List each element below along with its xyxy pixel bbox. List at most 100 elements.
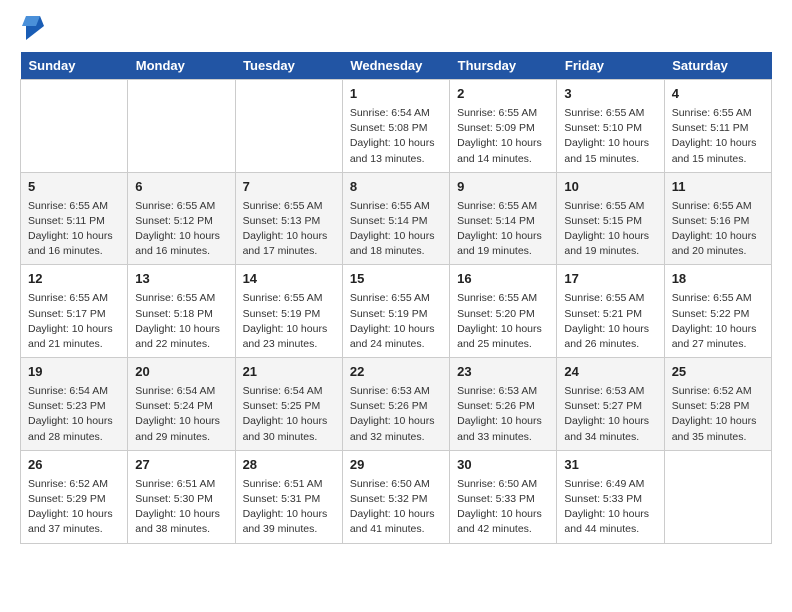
- day-number: 3: [564, 85, 656, 104]
- day-info: Sunrise: 6:55 AM Sunset: 5:16 PM Dayligh…: [672, 199, 764, 260]
- day-info: Sunrise: 6:55 AM Sunset: 5:13 PM Dayligh…: [243, 199, 335, 260]
- day-info: Sunrise: 6:50 AM Sunset: 5:32 PM Dayligh…: [350, 477, 442, 538]
- weekday-header-saturday: Saturday: [664, 52, 771, 80]
- day-info: Sunrise: 6:55 AM Sunset: 5:19 PM Dayligh…: [350, 291, 442, 352]
- calendar-cell: 7 Sunrise: 6:55 AM Sunset: 5:13 PM Daylig…: [235, 172, 342, 265]
- calendar-table: SundayMondayTuesdayWednesdayThursdayFrid…: [20, 52, 772, 544]
- day-number: 24: [564, 363, 656, 382]
- day-info: Sunrise: 6:54 AM Sunset: 5:08 PM Dayligh…: [350, 106, 442, 167]
- weekday-header-thursday: Thursday: [450, 52, 557, 80]
- day-number: 25: [672, 363, 764, 382]
- calendar-cell: 14 Sunrise: 6:55 AM Sunset: 5:19 PM Dayli…: [235, 265, 342, 358]
- calendar-week-row: 26 Sunrise: 6:52 AM Sunset: 5:29 PM Dayli…: [21, 450, 772, 543]
- calendar-cell: 22 Sunrise: 6:53 AM Sunset: 5:26 PM Dayli…: [342, 358, 449, 451]
- calendar-cell: [664, 450, 771, 543]
- logo-icon: [22, 12, 44, 40]
- day-number: 18: [672, 270, 764, 289]
- day-info: Sunrise: 6:55 AM Sunset: 5:11 PM Dayligh…: [672, 106, 764, 167]
- day-info: Sunrise: 6:55 AM Sunset: 5:11 PM Dayligh…: [28, 199, 120, 260]
- calendar-cell: 31Sunrise: 6:49 AM Sunset: 5:33 PM Dayli…: [557, 450, 664, 543]
- calendar-cell: 21 Sunrise: 6:54 AM Sunset: 5:25 PM Dayli…: [235, 358, 342, 451]
- day-number: 13: [135, 270, 227, 289]
- day-number: 22: [350, 363, 442, 382]
- calendar-cell: [21, 80, 128, 173]
- calendar-cell: 8 Sunrise: 6:55 AM Sunset: 5:14 PM Daylig…: [342, 172, 449, 265]
- calendar-cell: 10Sunrise: 6:55 AM Sunset: 5:15 PM Dayli…: [557, 172, 664, 265]
- day-info: Sunrise: 6:51 AM Sunset: 5:31 PM Dayligh…: [243, 477, 335, 538]
- calendar-cell: 17 Sunrise: 6:55 AM Sunset: 5:21 PM Dayli…: [557, 265, 664, 358]
- day-info: Sunrise: 6:55 AM Sunset: 5:12 PM Dayligh…: [135, 199, 227, 260]
- day-info: Sunrise: 6:54 AM Sunset: 5:24 PM Dayligh…: [135, 384, 227, 445]
- day-number: 30: [457, 456, 549, 475]
- calendar-cell: [128, 80, 235, 173]
- day-info: Sunrise: 6:55 AM Sunset: 5:14 PM Dayligh…: [350, 199, 442, 260]
- calendar-cell: 15Sunrise: 6:55 AM Sunset: 5:19 PM Dayli…: [342, 265, 449, 358]
- day-info: Sunrise: 6:54 AM Sunset: 5:25 PM Dayligh…: [243, 384, 335, 445]
- day-number: 14: [243, 270, 335, 289]
- day-number: 29: [350, 456, 442, 475]
- day-info: Sunrise: 6:55 AM Sunset: 5:17 PM Dayligh…: [28, 291, 120, 352]
- calendar-cell: 11 Sunrise: 6:55 AM Sunset: 5:16 PM Dayli…: [664, 172, 771, 265]
- day-info: Sunrise: 6:53 AM Sunset: 5:27 PM Dayligh…: [564, 384, 656, 445]
- calendar-week-row: 19 Sunrise: 6:54 AM Sunset: 5:23 PM Dayli…: [21, 358, 772, 451]
- day-info: Sunrise: 6:55 AM Sunset: 5:19 PM Dayligh…: [243, 291, 335, 352]
- day-info: Sunrise: 6:55 AM Sunset: 5:15 PM Dayligh…: [564, 199, 656, 260]
- calendar-cell: 4 Sunrise: 6:55 AM Sunset: 5:11 PM Daylig…: [664, 80, 771, 173]
- calendar-cell: 24 Sunrise: 6:53 AM Sunset: 5:27 PM Dayli…: [557, 358, 664, 451]
- logo: [20, 16, 44, 40]
- weekday-header-monday: Monday: [128, 52, 235, 80]
- day-info: Sunrise: 6:54 AM Sunset: 5:23 PM Dayligh…: [28, 384, 120, 445]
- day-info: Sunrise: 6:55 AM Sunset: 5:14 PM Dayligh…: [457, 199, 549, 260]
- day-info: Sunrise: 6:52 AM Sunset: 5:28 PM Dayligh…: [672, 384, 764, 445]
- calendar-cell: 1Sunrise: 6:54 AM Sunset: 5:08 PM Daylig…: [342, 80, 449, 173]
- calendar-cell: 18 Sunrise: 6:55 AM Sunset: 5:22 PM Dayli…: [664, 265, 771, 358]
- day-number: 21: [243, 363, 335, 382]
- calendar-week-row: 1Sunrise: 6:54 AM Sunset: 5:08 PM Daylig…: [21, 80, 772, 173]
- weekday-header-row: SundayMondayTuesdayWednesdayThursdayFrid…: [21, 52, 772, 80]
- day-info: Sunrise: 6:55 AM Sunset: 5:22 PM Dayligh…: [672, 291, 764, 352]
- day-info: Sunrise: 6:55 AM Sunset: 5:21 PM Dayligh…: [564, 291, 656, 352]
- weekday-header-tuesday: Tuesday: [235, 52, 342, 80]
- day-number: 4: [672, 85, 764, 104]
- day-number: 2: [457, 85, 549, 104]
- page-header: [20, 16, 772, 40]
- day-info: Sunrise: 6:51 AM Sunset: 5:30 PM Dayligh…: [135, 477, 227, 538]
- day-number: 19: [28, 363, 120, 382]
- calendar-cell: [235, 80, 342, 173]
- day-number: 11: [672, 178, 764, 197]
- day-info: Sunrise: 6:55 AM Sunset: 5:18 PM Dayligh…: [135, 291, 227, 352]
- calendar-cell: 27 Sunrise: 6:51 AM Sunset: 5:30 PM Dayli…: [128, 450, 235, 543]
- day-number: 17: [564, 270, 656, 289]
- calendar-week-row: 12Sunrise: 6:55 AM Sunset: 5:17 PM Dayli…: [21, 265, 772, 358]
- calendar-cell: 29 Sunrise: 6:50 AM Sunset: 5:32 PM Dayli…: [342, 450, 449, 543]
- day-info: Sunrise: 6:50 AM Sunset: 5:33 PM Dayligh…: [457, 477, 549, 538]
- day-number: 23: [457, 363, 549, 382]
- day-number: 16: [457, 270, 549, 289]
- day-info: Sunrise: 6:52 AM Sunset: 5:29 PM Dayligh…: [28, 477, 120, 538]
- day-info: Sunrise: 6:55 AM Sunset: 5:10 PM Dayligh…: [564, 106, 656, 167]
- day-number: 20: [135, 363, 227, 382]
- calendar-cell: 28Sunrise: 6:51 AM Sunset: 5:31 PM Dayli…: [235, 450, 342, 543]
- day-info: Sunrise: 6:49 AM Sunset: 5:33 PM Dayligh…: [564, 477, 656, 538]
- calendar-cell: 23Sunrise: 6:53 AM Sunset: 5:26 PM Dayli…: [450, 358, 557, 451]
- calendar-cell: 13 Sunrise: 6:55 AM Sunset: 5:18 PM Dayli…: [128, 265, 235, 358]
- weekday-header-friday: Friday: [557, 52, 664, 80]
- calendar-cell: 25 Sunrise: 6:52 AM Sunset: 5:28 PM Dayli…: [664, 358, 771, 451]
- weekday-header-wednesday: Wednesday: [342, 52, 449, 80]
- day-number: 6: [135, 178, 227, 197]
- day-number: 7: [243, 178, 335, 197]
- calendar-cell: 2 Sunrise: 6:55 AM Sunset: 5:09 PM Daylig…: [450, 80, 557, 173]
- day-number: 26: [28, 456, 120, 475]
- day-info: Sunrise: 6:53 AM Sunset: 5:26 PM Dayligh…: [350, 384, 442, 445]
- day-info: Sunrise: 6:55 AM Sunset: 5:09 PM Dayligh…: [457, 106, 549, 167]
- calendar-cell: 26 Sunrise: 6:52 AM Sunset: 5:29 PM Dayli…: [21, 450, 128, 543]
- day-number: 27: [135, 456, 227, 475]
- day-number: 8: [350, 178, 442, 197]
- weekday-header-sunday: Sunday: [21, 52, 128, 80]
- calendar-cell: 3 Sunrise: 6:55 AM Sunset: 5:10 PM Daylig…: [557, 80, 664, 173]
- calendar-cell: 20 Sunrise: 6:54 AM Sunset: 5:24 PM Dayli…: [128, 358, 235, 451]
- calendar-cell: 30 Sunrise: 6:50 AM Sunset: 5:33 PM Dayli…: [450, 450, 557, 543]
- day-number: 5: [28, 178, 120, 197]
- calendar-cell: 19 Sunrise: 6:54 AM Sunset: 5:23 PM Dayli…: [21, 358, 128, 451]
- calendar-week-row: 5 Sunrise: 6:55 AM Sunset: 5:11 PM Daylig…: [21, 172, 772, 265]
